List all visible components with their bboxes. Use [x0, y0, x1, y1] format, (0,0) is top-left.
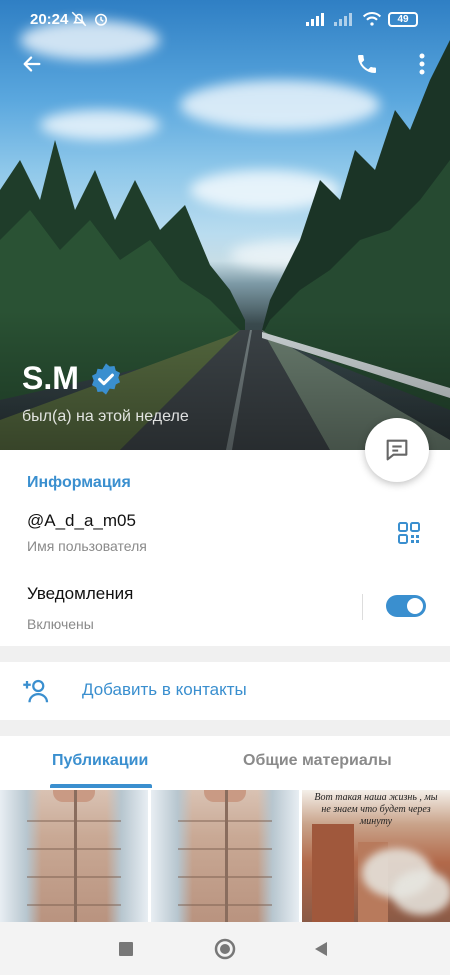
section-gap — [0, 646, 450, 662]
more-vertical-icon — [419, 53, 425, 75]
square-icon — [119, 942, 133, 956]
notifications-divider — [362, 594, 363, 620]
username-value[interactable]: @A_d_a_m05 — [27, 511, 136, 531]
status-time: 20:24 — [30, 11, 69, 28]
tab-publications[interactable]: Публикации — [52, 752, 148, 770]
battery-indicator: 49 — [388, 11, 418, 27]
media-detail — [74, 790, 77, 922]
arrow-left-icon — [23, 56, 41, 72]
mute-bell-icon — [71, 11, 87, 27]
profile-name-row: S.M — [22, 360, 123, 397]
notifications-title: Уведомления — [27, 584, 134, 603]
status-right-icons: 49 — [306, 11, 418, 27]
info-section-title: Информация — [27, 474, 131, 491]
tab-shared-media[interactable]: Общие материалы — [243, 752, 392, 770]
phone-icon — [358, 55, 376, 73]
add-contact-button[interactable]: Добавить в контакты — [0, 662, 450, 720]
message-button[interactable] — [365, 418, 429, 482]
media-item[interactable] — [151, 790, 299, 922]
home-button[interactable] — [212, 936, 238, 962]
tab-indicator — [50, 784, 152, 788]
message-icon — [386, 439, 408, 461]
profile-header: 20:24 49 S.M был(а) на этой неделе — [0, 0, 450, 450]
media-detail — [392, 870, 450, 915]
status-left-icons — [70, 10, 110, 28]
media-item[interactable]: Вот такая наша жизнь , мы не знаем что б… — [302, 790, 450, 922]
notifications-value: Включены — [27, 616, 94, 632]
username-label: Имя пользователя — [27, 538, 147, 554]
wifi-icon — [362, 12, 382, 26]
profile-name: S.M — [22, 360, 79, 396]
call-button[interactable] — [347, 44, 387, 84]
more-options-button[interactable] — [402, 44, 442, 84]
triangle-back-icon — [315, 942, 327, 956]
alarm-icon — [95, 13, 107, 26]
media-grid: Вот такая наша жизнь , мы не знаем что б… — [0, 790, 450, 922]
status-bar: 20:24 49 — [0, 0, 450, 40]
recents-button[interactable] — [113, 936, 139, 962]
toggle-knob — [405, 596, 425, 616]
section-gap — [0, 720, 450, 736]
add-user-icon — [23, 679, 49, 703]
media-detail — [225, 790, 228, 922]
media-item[interactable] — [0, 790, 148, 922]
add-contact-label: Добавить в контакты — [82, 680, 247, 699]
back-nav-button[interactable] — [308, 936, 334, 962]
media-tabs: Публикации Общие материалы — [0, 736, 450, 790]
qr-code-button[interactable] — [392, 516, 426, 550]
last-seen-status: был(а) на этой неделе — [22, 408, 189, 425]
qr-code-icon — [398, 522, 420, 544]
verified-badge-icon — [91, 362, 120, 395]
circle-icon — [214, 938, 236, 960]
signal-2-icon — [334, 13, 352, 26]
signal-icon — [306, 13, 324, 26]
back-button[interactable] — [12, 44, 52, 84]
media-detail — [312, 824, 354, 922]
system-nav-bar — [0, 922, 450, 975]
media-caption: Вот такая наша жизнь , мы не знаем что б… — [314, 792, 438, 827]
notifications-toggle[interactable] — [386, 595, 426, 617]
info-section: Информация @A_d_a_m05 Имя пользователя У… — [0, 450, 450, 646]
